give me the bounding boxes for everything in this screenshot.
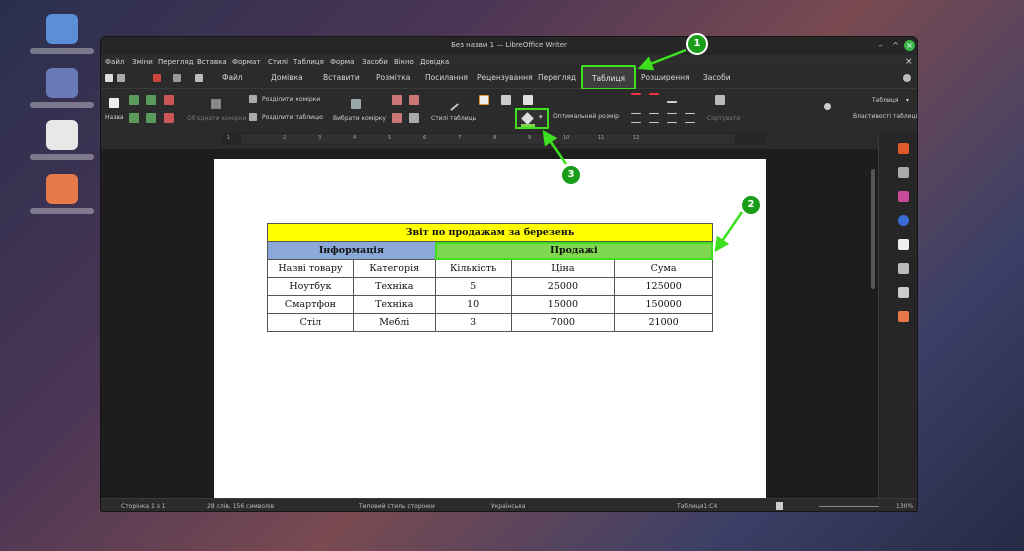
arrow-3 (542, 129, 568, 165)
annotation-arrows (542, 48, 744, 253)
arrow-1 (637, 48, 687, 71)
callout-2: 2 (740, 194, 762, 216)
callout-3: 3 (560, 164, 582, 186)
callout-1: 1 (686, 33, 708, 55)
arrow-2 (714, 211, 744, 253)
